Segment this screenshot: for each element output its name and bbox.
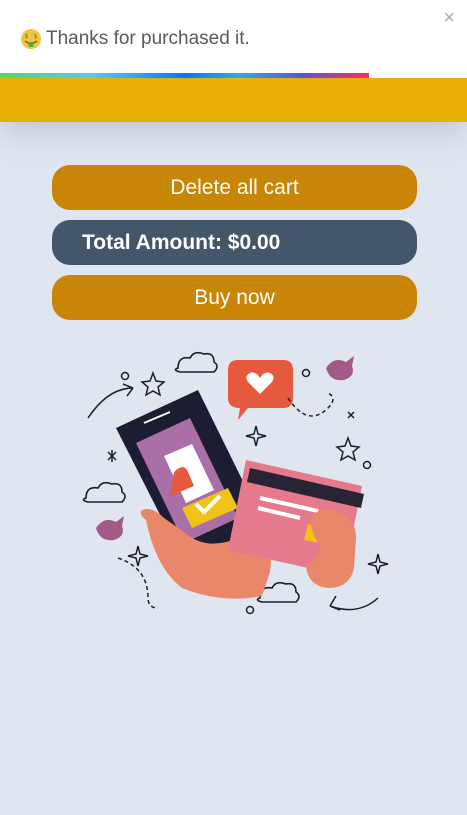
toast-close-button[interactable]: × [443,8,455,28]
mobile-shopping-payment-illustration [82,351,389,615]
heart-bubble-icon [228,360,293,420]
total-amount-display: Total Amount: $0.00 [52,220,417,265]
toast-message: Thanks for purchased it. [46,28,250,49]
svg-text:$: $ [25,33,29,40]
buy-now-button[interactable]: Buy now [52,275,417,320]
svg-text:$: $ [34,33,38,40]
header-bar [0,78,467,122]
toast-progress-bar [0,73,369,78]
delete-all-cart-button[interactable]: Delete all cart [52,165,417,210]
toast-notification: $ $ Thanks for purchased it. × [0,0,467,78]
money-mouth-face-icon: $ $ [21,29,41,49]
